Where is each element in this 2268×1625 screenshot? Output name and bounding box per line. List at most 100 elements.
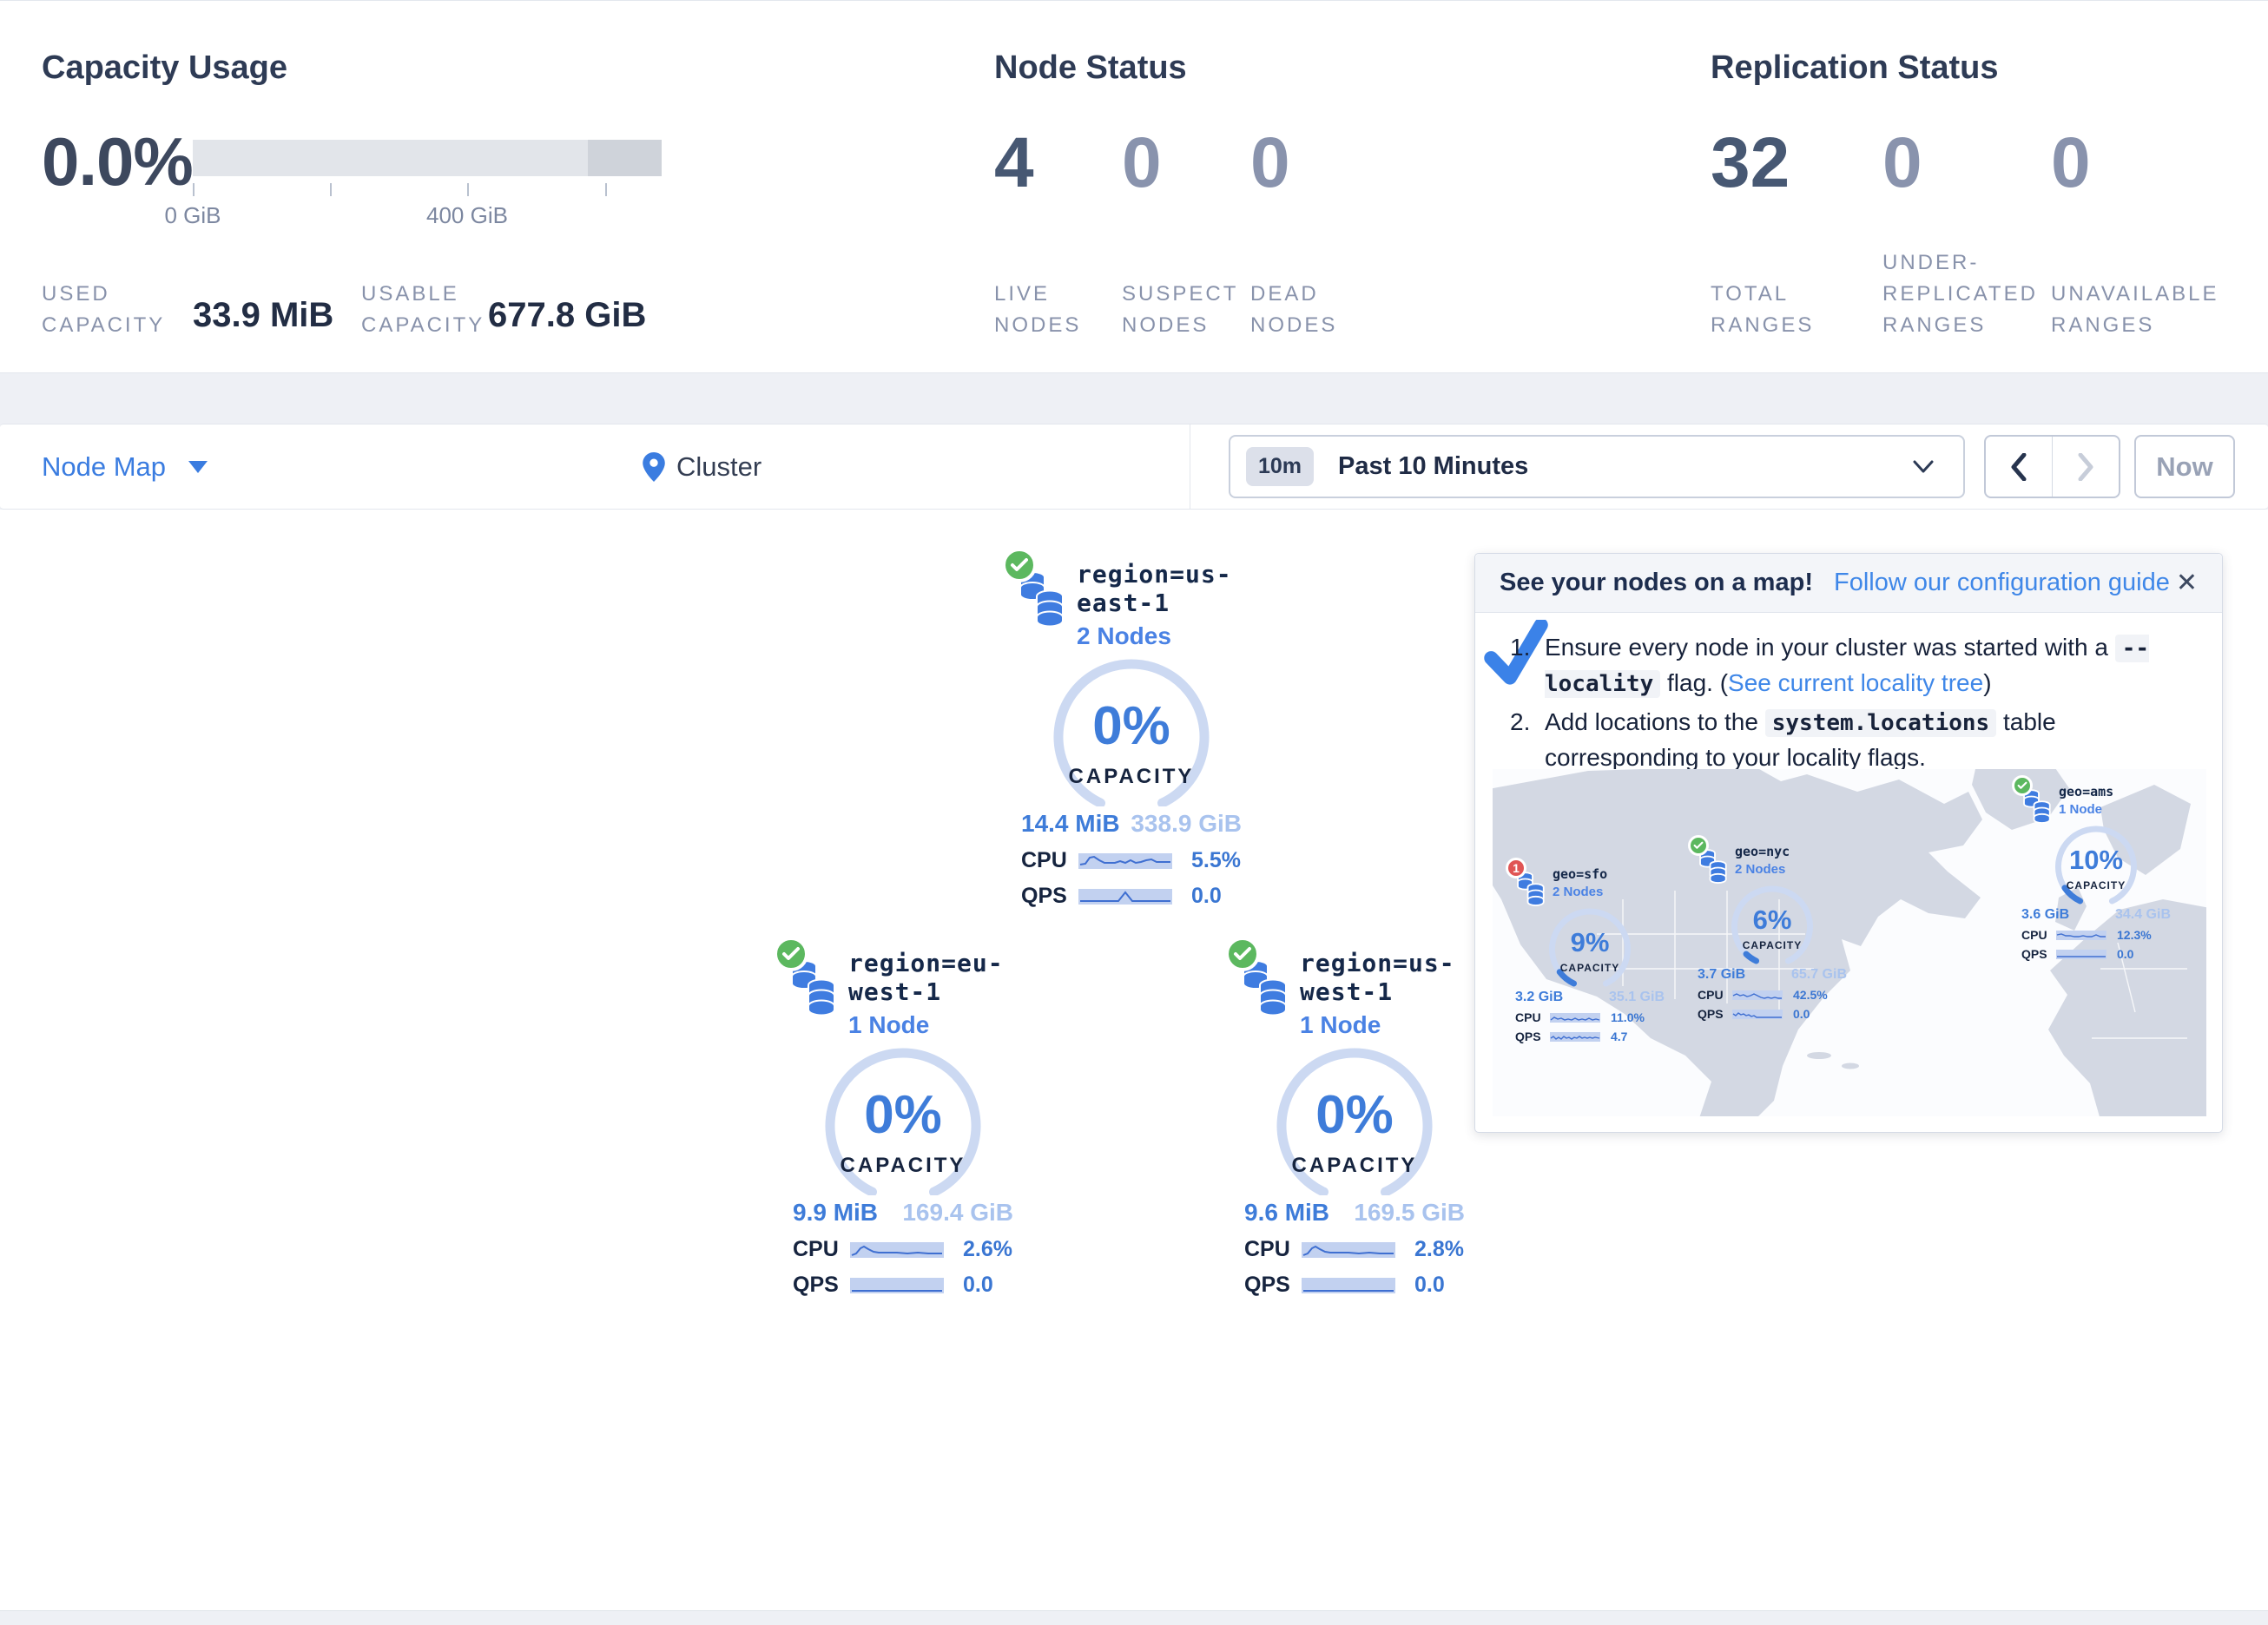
- qps-row: QPS 0.0: [1698, 1007, 1847, 1021]
- cpu-value: 42.5%: [1793, 988, 1828, 1002]
- total-value: 65.7 GiB: [1791, 967, 1847, 983]
- configuration-guide-link[interactable]: Follow our configuration guide: [1834, 569, 2170, 597]
- cpu-sparkline: [1078, 853, 1172, 869]
- gauge-label: CAPACITY: [1036, 765, 1227, 789]
- capacity-tick: [330, 183, 332, 196]
- footer-strip: [0, 1610, 2268, 1625]
- world-map-preview: 1 geo=sfo 2 Nodes 9% CAPACITY: [1493, 769, 2206, 1116]
- system-locations-code: system.locations: [1765, 709, 1996, 737]
- node-status-title: Node Status: [994, 49, 1187, 87]
- chevron-right-icon: [2077, 453, 2094, 481]
- capacity-gauge: 10% CAPACITY: [2048, 826, 2144, 907]
- view-toolbar: Node Map Cluster 10m Past 10 Minutes Now: [0, 424, 2268, 510]
- region-name: region=us-east-1: [1077, 560, 1266, 617]
- capacity-values: 3.6 GiB 34.4 GiB: [2021, 907, 2171, 923]
- warning-badge-icon: 1: [1506, 858, 1526, 878]
- chevron-down-icon: [188, 461, 208, 473]
- region-node-count[interactable]: 1 Node: [1300, 1011, 1489, 1039]
- replication-status-title: Replication Status: [1711, 49, 1999, 87]
- capacity-tick: [193, 183, 194, 196]
- breadcrumb[interactable]: Cluster: [643, 424, 761, 509]
- capacity-gauge: 6% CAPACITY: [1724, 885, 1820, 967]
- used-value: 3.7 GiB: [1698, 967, 1745, 983]
- region-header: region=us-east-1 2 Nodes: [1009, 556, 1266, 650]
- popup-step-2: 2. Add locations to the system.locations…: [1510, 705, 2194, 775]
- popup-header: See your nodes on a map! Follow our conf…: [1475, 554, 2222, 613]
- region-header: region=eu-west-1 1 Node: [781, 945, 1038, 1039]
- capacity-values: 9.9 MiB 169.4 GiB: [793, 1199, 1013, 1227]
- qps-value: 0.0: [963, 1273, 993, 1298]
- geo-widget-nyc[interactable]: geo=nyc 2 Nodes 6% CAPACITY 3.7 GiB 65.7…: [1690, 840, 1855, 1021]
- cpu-row: CPU 2.8%: [1244, 1237, 1465, 1262]
- healthy-check-icon: [2012, 775, 2033, 796]
- used-value: 9.6 MiB: [1244, 1199, 1329, 1227]
- qps-label: QPS: [1698, 1007, 1732, 1021]
- qps-row: QPS 0.0: [2021, 947, 2171, 961]
- unavailable-count: 0: [2051, 122, 2091, 204]
- gauge-percent: 0%: [1259, 1084, 1450, 1146]
- gauge-percent: 10%: [2048, 845, 2144, 876]
- used-value: 3.6 GiB: [2021, 907, 2069, 923]
- database-icon: [2019, 780, 2059, 824]
- live-nodes-label: LIVENODES: [994, 279, 1081, 341]
- time-range-label: Past 10 Minutes: [1338, 452, 1528, 481]
- geo-name: geo=ams: [2059, 784, 2113, 799]
- geo-header: geo=nyc 2 Nodes: [1690, 840, 1855, 884]
- geo-name: geo=nyc: [1735, 844, 1790, 859]
- close-icon[interactable]: ✕: [2176, 568, 2198, 598]
- qps-sparkline: [1550, 1032, 1600, 1042]
- nodes-on-map-popup: See your nodes on a map! Follow our conf…: [1474, 553, 2223, 1133]
- unavailable-label: UNAVAILABLERANGES: [2051, 279, 2219, 341]
- gauge-label: CAPACITY: [1259, 1154, 1450, 1178]
- region-node-count[interactable]: 1 Node: [848, 1011, 1038, 1039]
- region-name: region=us-west-1: [1300, 949, 1489, 1006]
- healthy-check-icon: [774, 937, 808, 971]
- cpu-label: CPU: [2021, 928, 2056, 942]
- now-button[interactable]: Now: [2134, 435, 2235, 498]
- region-header: region=us-west-1 1 Node: [1232, 945, 1489, 1039]
- geo-widget-ams[interactable]: geo=ams 1 Node 10% CAPACITY 3.6 GiB 34.4…: [2014, 780, 2179, 961]
- qps-value: 0.0: [1793, 1007, 1810, 1021]
- popup-step-1: 1. Ensure every node in your cluster was…: [1510, 630, 2194, 701]
- locality-tree-link[interactable]: See current locality tree: [1728, 669, 1983, 696]
- region-widget-eu-west-1[interactable]: region=eu-west-1 1 Node 0% CAPACITY 9.9 …: [768, 945, 1038, 1298]
- capacity-tick: [467, 183, 469, 196]
- cluster-summary-panel: Capacity Usage 0.0% 0 GiB 400 GiB USEDCA…: [0, 0, 2268, 373]
- region-widget-us-west-1[interactable]: region=us-west-1 1 Node 0% CAPACITY 9.6 …: [1220, 945, 1489, 1298]
- time-range-dropdown[interactable]: 10m Past 10 Minutes: [1229, 435, 1965, 498]
- geo-widget-sfo[interactable]: 1 geo=sfo 2 Nodes 9% CAPACITY: [1507, 863, 1672, 1043]
- total-value: 169.4 GiB: [902, 1199, 1013, 1227]
- capacity-tick: [605, 183, 607, 196]
- capacity-values: 3.2 GiB 35.1 GiB: [1515, 990, 1665, 1005]
- gauge-label: CAPACITY: [1724, 939, 1820, 951]
- total-value: 35.1 GiB: [1609, 990, 1665, 1005]
- live-nodes-count: 4: [994, 122, 1034, 204]
- region-widget-us-east-1[interactable]: region=us-east-1 2 Nodes 0% CAPACITY 14.…: [997, 556, 1266, 909]
- time-step-control: [1984, 435, 2120, 498]
- qps-value: 0.0: [1414, 1273, 1445, 1298]
- under-replicated-count: 0: [1882, 122, 1922, 204]
- qps-sparkline: [1732, 1010, 1783, 1019]
- used-value: 14.4 MiB: [1021, 810, 1120, 838]
- qps-value: 0.0: [1191, 884, 1222, 909]
- healthy-check-icon: [1225, 937, 1260, 971]
- gauge-label: CAPACITY: [1542, 962, 1638, 974]
- cpu-label: CPU: [1698, 988, 1732, 1002]
- used-capacity-label: USEDCAPACITY: [42, 279, 165, 341]
- qps-row: QPS 4.7: [1515, 1030, 1665, 1043]
- capacity-gauge: 0% CAPACITY: [808, 1046, 999, 1195]
- time-step-forward-button[interactable]: [2052, 437, 2119, 497]
- region-node-count[interactable]: 2 Nodes: [1077, 622, 1266, 650]
- popup-title: See your nodes on a map!: [1500, 569, 1813, 597]
- qps-row: QPS 0.0: [1244, 1273, 1465, 1298]
- view-mode-dropdown[interactable]: Node Map: [42, 424, 208, 509]
- healthy-check-icon: [1002, 548, 1037, 582]
- cpu-label: CPU: [1244, 1237, 1302, 1262]
- dead-nodes-label: DEADNODES: [1250, 279, 1337, 341]
- cpu-sparkline: [850, 1242, 944, 1258]
- time-step-back-button[interactable]: [1986, 437, 2052, 497]
- capacity-bar-reserved: [588, 140, 662, 176]
- geo-node-count: 1 Node: [2059, 802, 2113, 817]
- cpu-sparkline: [1302, 1242, 1395, 1258]
- capacity-values: 14.4 MiB 338.9 GiB: [1021, 810, 1242, 838]
